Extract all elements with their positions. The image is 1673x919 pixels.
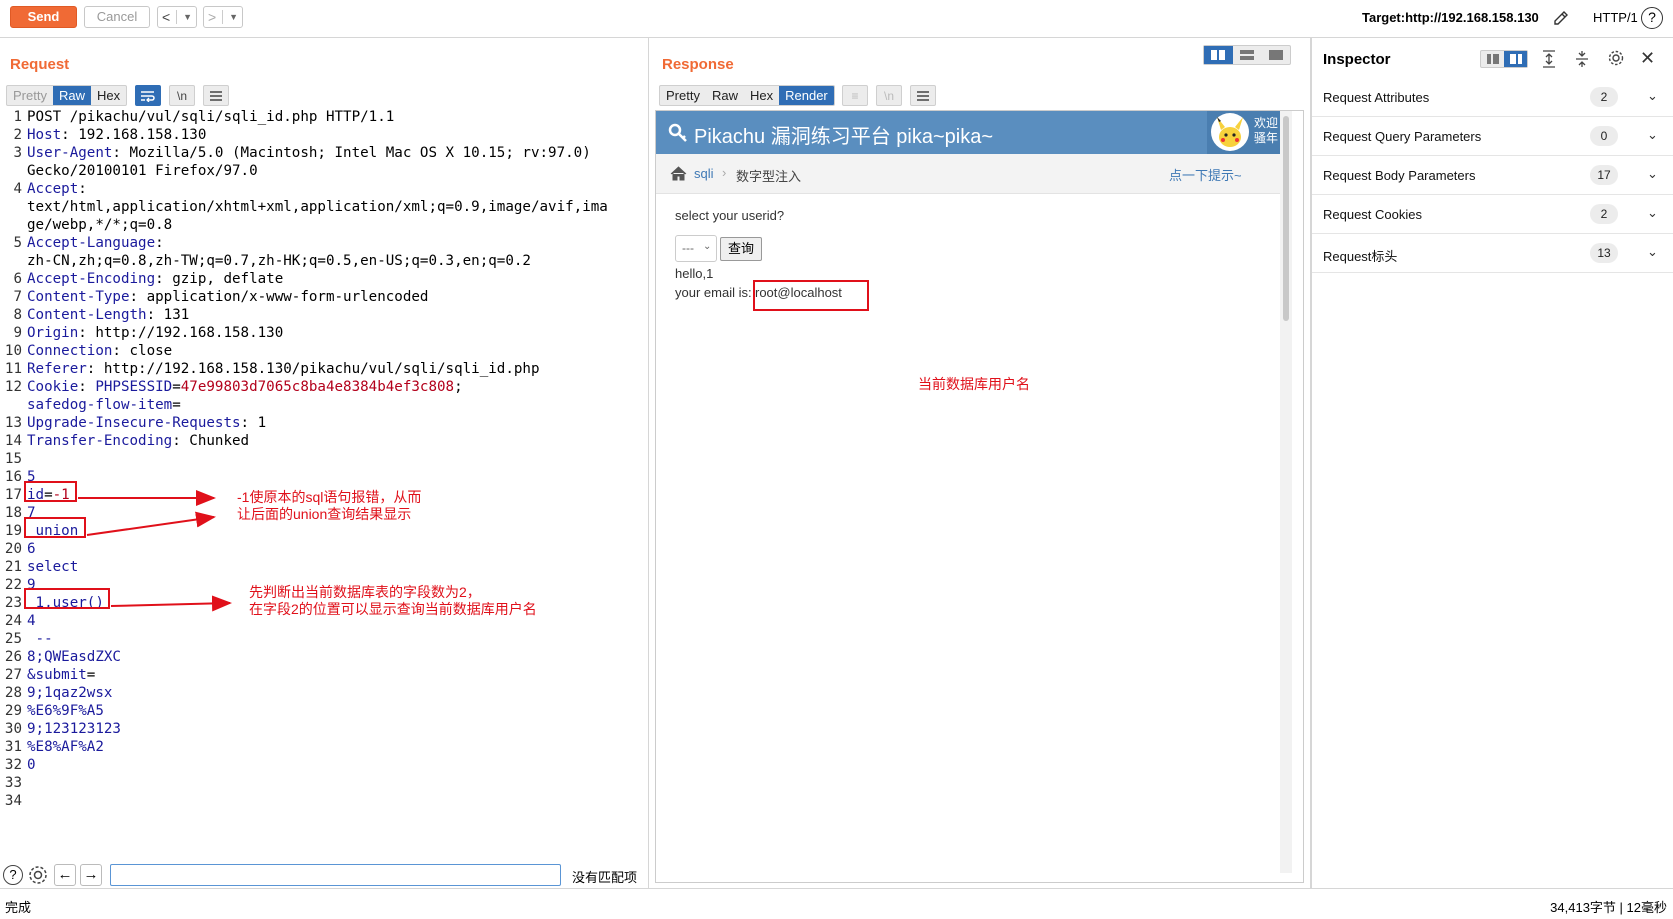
inspector-row-headers[interactable]: Request标头 13 ⌄: [1312, 234, 1673, 273]
email-prefix: your email is:: [675, 285, 752, 300]
chevron-down-icon[interactable]: ⌄: [1647, 205, 1658, 221]
site-title: Pikachu 漏洞练习平台 pika~pika~: [694, 126, 994, 148]
annotation-db-user: 当前数据库用户名: [918, 376, 1030, 392]
key-icon: [668, 123, 688, 146]
wrap-lines-icon[interactable]: ≡: [842, 85, 868, 106]
annotation-note2: 先判断出当前数据库表的字段数为2， 在字段2的位置可以显示查询当前数据库用户名: [249, 584, 537, 617]
layout-stack-icon[interactable]: [1233, 46, 1262, 64]
arrow-user: [110, 595, 232, 612]
chevron-down-icon[interactable]: ⌄: [1647, 127, 1658, 143]
welcome-text: 欢迎 骚年: [1254, 116, 1279, 145]
home-icon[interactable]: [670, 166, 687, 184]
arrow-union: [86, 511, 216, 536]
collapse-all-icon[interactable]: [1574, 50, 1590, 71]
response-title: Response: [662, 56, 734, 73]
pane-divider[interactable]: [648, 38, 649, 888]
tab-pretty[interactable]: Pretty: [660, 86, 706, 105]
help-icon[interactable]: ?: [3, 865, 23, 885]
response-size-time: 34,413字节 | 12毫秒: [1550, 900, 1667, 915]
settings-gear-icon[interactable]: [1607, 49, 1625, 70]
inspector-title: Inspector: [1323, 51, 1391, 68]
expand-all-icon[interactable]: [1541, 50, 1557, 71]
tab-raw[interactable]: Raw: [706, 86, 744, 105]
breadcrumb-sqli-link[interactable]: sqli: [694, 166, 714, 181]
show-newlines-button[interactable]: \n: [876, 85, 902, 106]
close-icon[interactable]: ✕: [1640, 48, 1655, 69]
breadcrumb-current: 数字型注入: [736, 169, 802, 184]
inspector-row-attributes[interactable]: Request Attributes 2 ⌄: [1312, 78, 1673, 117]
hint-link[interactable]: 点一下提示~: [1169, 165, 1242, 184]
prev-match-icon[interactable]: ←: [54, 864, 76, 886]
breadcrumb-separator: ›: [722, 165, 727, 180]
user-box: 欢迎 骚年: [1207, 111, 1280, 154]
inspector-panel: Inspector ✕ Request Attributes 2 ⌄ Request…: [1311, 38, 1673, 888]
tab-hex[interactable]: Hex: [744, 86, 779, 105]
settings-gear-icon[interactable]: [27, 864, 49, 886]
inspector-layout-toggle: [1480, 50, 1528, 68]
inspector-row-body-params[interactable]: Request Body Parameters 17 ⌄: [1312, 156, 1673, 195]
hello-text: hello,1: [675, 266, 714, 281]
chevron-down-icon[interactable]: ⌄: [1647, 88, 1658, 104]
inspector-row-cookies[interactable]: Request Cookies 2 ⌄: [1312, 195, 1673, 234]
layout-single-icon[interactable]: [1261, 46, 1290, 64]
rendered-page: Pikachu 漏洞练习平台 pika~pika~ 欢迎 骚年 sqli › 数…: [656, 111, 1292, 873]
inspector-row-query-params[interactable]: Request Query Parameters 0 ⌄: [1312, 117, 1673, 156]
query-button[interactable]: 查询: [720, 237, 762, 261]
search-input[interactable]: [110, 864, 561, 886]
site-header: Pikachu 漏洞练习平台 pika~pika~ 欢迎 骚年: [656, 111, 1280, 154]
layout-split-icon[interactable]: [1204, 46, 1233, 64]
annotation-note1: -1使原本的sql语句报错，从而 让后面的union查询结果显示: [237, 489, 422, 522]
status-text: 完成: [5, 900, 32, 915]
userid-prompt: select your userid?: [675, 208, 785, 223]
status-bar: 完成 34,413字节 | 12毫秒: [0, 888, 1673, 919]
breadcrumb: sqli › 数字型注入 点一下提示~: [656, 154, 1280, 194]
tab-render[interactable]: Render: [779, 86, 834, 105]
avatar: [1211, 113, 1249, 151]
layout-side-icon[interactable]: [1504, 51, 1527, 67]
highlight-box-email: [753, 280, 869, 311]
scrollbar-track[interactable]: [1280, 111, 1292, 873]
chevron-down-icon[interactable]: ⌄: [1647, 244, 1658, 260]
scrollbar-thumb[interactable]: [1283, 116, 1289, 321]
chevron-down-icon[interactable]: ⌄: [1647, 166, 1658, 182]
userid-select[interactable]: --- ⌄: [675, 235, 717, 262]
layout-toggle: [1203, 45, 1291, 65]
search-result-label: 没有匹配项: [572, 870, 638, 885]
response-view-tabs: Pretty Raw Hex Render: [659, 85, 835, 106]
layout-list-icon[interactable]: [1481, 51, 1504, 67]
next-match-icon[interactable]: →: [80, 864, 102, 886]
menu-icon[interactable]: [910, 85, 936, 106]
